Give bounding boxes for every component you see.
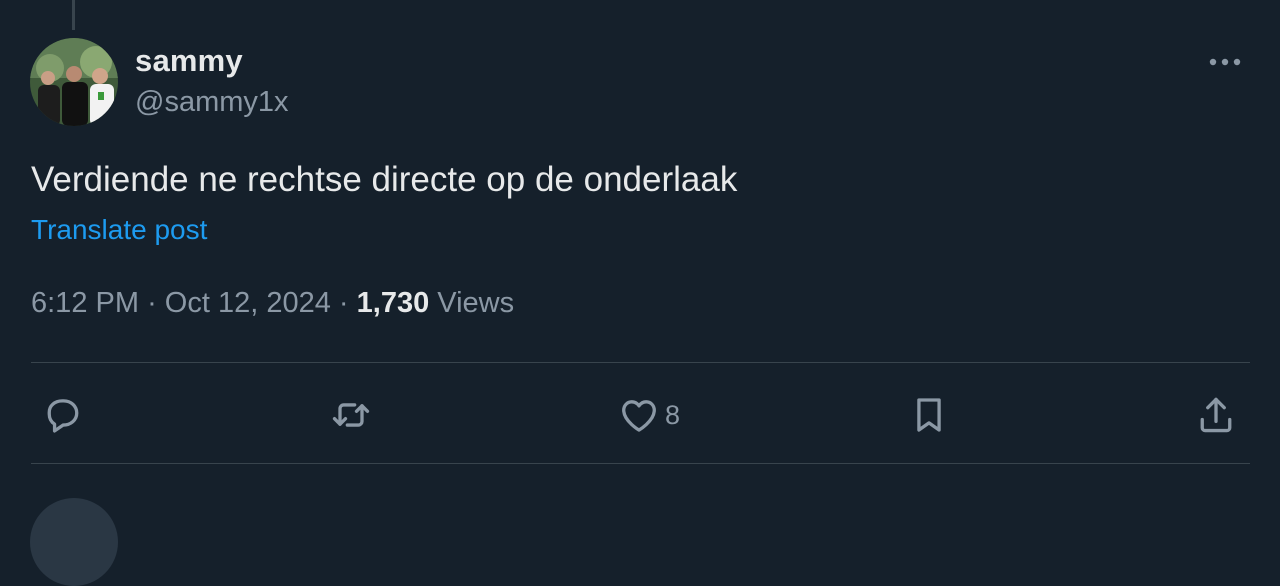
bookmark-icon [917,398,941,432]
post-metadata: 6:12 PM · Oct 12, 2024 · 1,730 Views [31,287,514,320]
like-count: 8 [665,399,681,430]
more-icon [1209,58,1241,66]
author-avatar[interactable] [30,38,118,126]
view-count: 1,730 [356,287,430,319]
avatar-image [30,38,118,126]
post-date[interactable]: Oct 12, 2024 [165,287,331,319]
divider-top [31,362,1250,363]
views-label: Views [437,287,515,319]
reply-button[interactable] [41,390,89,440]
author-handle[interactable]: @sammy1x [135,86,289,119]
repost-icon [332,403,370,427]
translate-post-link[interactable]: Translate post [31,214,207,246]
next-avatar-peek [30,498,118,586]
like-button[interactable]: 8 [617,390,680,440]
meta-separator: · [338,287,349,319]
post-text: Verdiende ne rechtse directe op de onder… [31,160,738,199]
reply-icon [47,399,79,433]
more-options-button[interactable] [1204,46,1246,78]
author-display-name[interactable]: sammy [135,43,243,79]
share-button[interactable] [1194,390,1238,440]
repost-button[interactable] [329,390,377,440]
heart-icon [622,400,656,432]
post-time[interactable]: 6:12 PM [31,287,139,319]
thread-connector-line [72,0,75,30]
bookmark-button[interactable] [907,390,955,440]
divider-bottom [31,463,1250,464]
meta-separator: · [147,287,157,319]
share-icon [1200,397,1232,433]
